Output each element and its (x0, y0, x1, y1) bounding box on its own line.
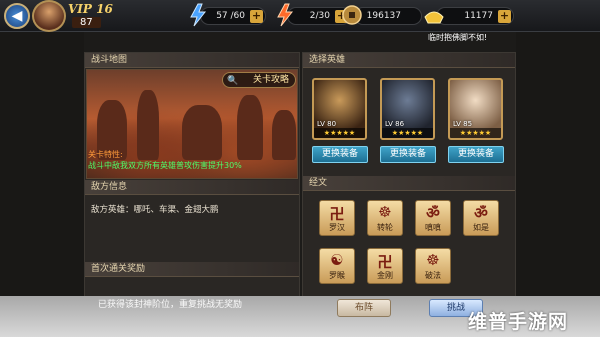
select-hero-title: 选择英雄 (303, 53, 515, 68)
scripture-name: 如是 (473, 223, 489, 232)
hero-stars: ★★★★★ (382, 128, 433, 138)
scripture-name: 嗔嗔 (425, 223, 441, 232)
hero-slot-3[interactable]: LV 85 ★★★★★ (448, 78, 503, 140)
change-equipment-button[interactable]: 更换装备 (380, 146, 436, 163)
scripture-name: 罗睺 (329, 271, 345, 280)
magnifier-icon: 🔍 (227, 76, 239, 86)
stamina-icon (190, 3, 207, 27)
stage-trait-label: 关卡特性: (88, 150, 123, 159)
back-arrow-icon[interactable]: ◀ (4, 3, 30, 29)
hero-slot-1[interactable]: LV 80 ★★★★★ (312, 78, 367, 140)
formation-button[interactable]: 布阵 (337, 299, 391, 317)
scroll-rune-icon: ॐ (474, 204, 488, 222)
gold-add-button[interactable]: + (498, 10, 511, 23)
gold-ingot-icon (424, 11, 444, 24)
scripture-title: 经文 (303, 176, 515, 191)
hero-level: LV 85 (453, 120, 473, 128)
scripture-slot[interactable]: ☸ 转轮 (367, 200, 403, 236)
scripture-slot[interactable]: ☯ 罗睺 (319, 248, 355, 284)
gold-counter: 11177 + (424, 7, 514, 25)
reward-status-message: 已获得该封神阶位，重复挑战无奖励 (98, 300, 243, 310)
player-level: 87 (72, 17, 101, 28)
scripture-name: 破法 (425, 271, 441, 280)
scroll-rune-icon: ☸ (426, 251, 440, 269)
scripture-slot[interactable]: ॐ 嗔嗔 (415, 200, 451, 236)
stamina-add-button[interactable]: + (250, 10, 263, 23)
scripture-slot[interactable]: 卍 金刚 (367, 248, 403, 284)
stage-trait: 关卡特性: 战斗中敌我双方所有英雄普攻伤害提升30% (88, 149, 242, 171)
enemy-info-title: 敌方信息 (85, 180, 299, 195)
energy-value: 2/30 (309, 11, 330, 21)
enemy-heroes-text: 敌方英雄：哪吒、车渠、金翅大鹏 (91, 205, 219, 215)
change-equipment-button[interactable]: 更换装备 (312, 146, 368, 163)
coin-value: 196137 (366, 11, 401, 21)
scripture-slot[interactable]: ☸ 破法 (415, 248, 451, 284)
gold-value: 11177 (464, 11, 493, 21)
stamina-counter: 57 /60 + (190, 3, 266, 27)
left-backdrop (0, 32, 84, 296)
hero-level: LV 80 (317, 120, 337, 128)
stage-guide-button[interactable]: 🔍 关卡攻略 (222, 72, 296, 88)
stage-trait-text: 战斗中敌我双方所有英雄普攻伤害提升30% (88, 161, 242, 170)
vip-badge: VIP 16 (68, 2, 113, 16)
energy-icon (277, 3, 294, 27)
rock-pillar (272, 110, 296, 160)
player-avatar[interactable] (32, 0, 66, 32)
hero-stars: ★★★★★ (314, 128, 365, 138)
change-equipment-button[interactable]: 更换装备 (448, 146, 504, 163)
hero-stars: ★★★★★ (450, 128, 501, 138)
scripture-name: 罗汉 (329, 223, 345, 232)
top-bar: ◀ VIP 16 87 57 /60 + 2/30 + 196137 11177… (0, 0, 600, 32)
scripture-slot[interactable]: 卍 罗汉 (319, 200, 355, 236)
coin-icon (342, 5, 362, 25)
scroll-rune-icon: ॐ (426, 204, 440, 222)
scroll-rune-icon: 卍 (329, 205, 345, 223)
notice-text: 临时抱佛脚不如! (428, 33, 488, 42)
scripture-name: 金刚 (377, 271, 393, 280)
hero-slot-2[interactable]: LV 86 ★★★★★ (380, 78, 435, 140)
coin-counter: 196137 (342, 5, 422, 25)
first-clear-reward-title: 首次通关奖励 (85, 262, 299, 277)
scroll-rune-icon: ☸ (378, 203, 392, 221)
hero-level: LV 86 (385, 120, 405, 128)
scroll-rune-icon: 卍 (377, 253, 393, 271)
scripture-name: 转轮 (377, 223, 393, 232)
site-watermark: 维普手游网 (468, 311, 569, 333)
battle-map-title: 战斗地图 (85, 53, 299, 68)
stage-guide-label: 关卡攻略 (252, 75, 289, 85)
right-backdrop (516, 32, 600, 296)
stamina-value: 57 /60 (216, 11, 245, 21)
scroll-rune-icon: ☯ (330, 251, 344, 269)
scripture-slot[interactable]: ॐ 如是 (463, 200, 499, 236)
